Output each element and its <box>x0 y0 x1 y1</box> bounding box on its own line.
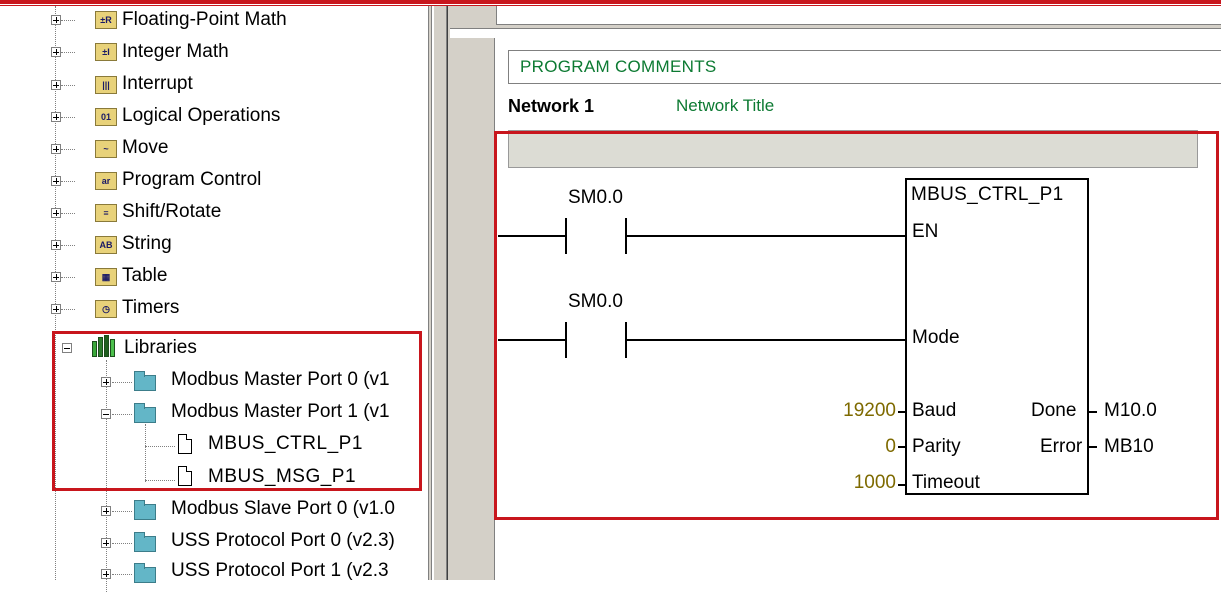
network-highlight <box>494 131 1219 520</box>
